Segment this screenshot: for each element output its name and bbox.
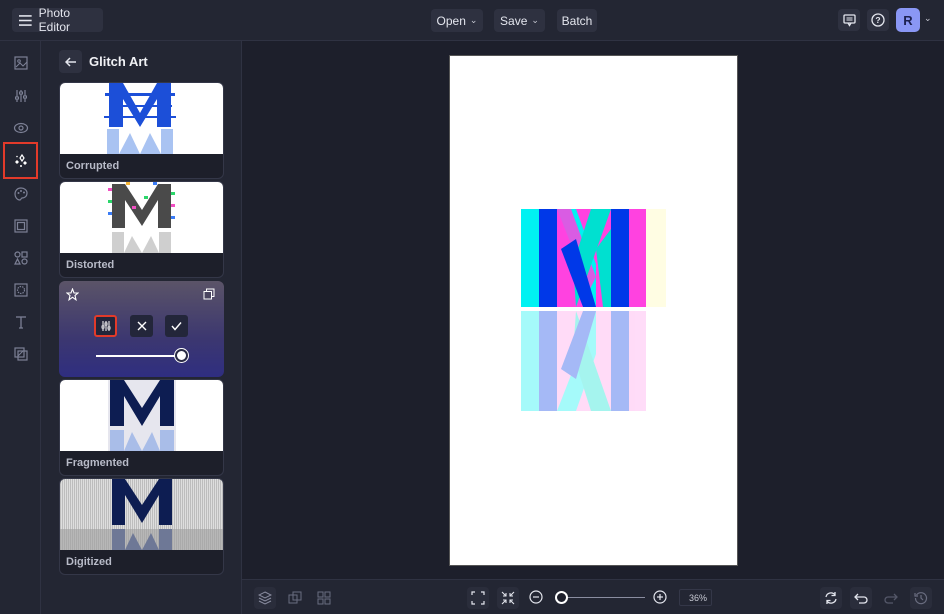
- document-canvas[interactable]: [450, 56, 737, 565]
- apply-effect-button[interactable]: [165, 315, 188, 337]
- replace-image-icon: [288, 591, 302, 604]
- back-button[interactable]: [59, 50, 82, 73]
- check-icon: [171, 322, 182, 331]
- help-button[interactable]: ?: [867, 9, 889, 31]
- effect-thumbnail: [60, 83, 223, 154]
- replace-image-button[interactable]: [284, 587, 306, 609]
- shapes-icon: [13, 251, 28, 265]
- zoom-slider-track[interactable]: [560, 597, 645, 598]
- refresh-icon: [825, 592, 837, 604]
- svg-text:?: ?: [875, 15, 880, 25]
- effect-settings-button[interactable]: [94, 315, 117, 337]
- glitch-artwork: [521, 209, 666, 411]
- rail-item-adjustments[interactable]: [4, 80, 37, 112]
- rail-item-effects[interactable]: [3, 142, 38, 179]
- effect-card-distorted[interactable]: Distorted: [59, 181, 224, 278]
- rail-item-overlays[interactable]: [4, 274, 37, 306]
- grid-icon: [317, 591, 331, 605]
- overlay-icon: [13, 283, 28, 297]
- batch-button[interactable]: Batch: [557, 9, 597, 32]
- save-label: Save: [500, 13, 528, 28]
- text-icon: [15, 316, 26, 329]
- arrow-left-icon: [64, 56, 76, 67]
- rail-item-text[interactable]: [4, 306, 37, 338]
- sparkles-icon: [14, 153, 27, 167]
- bottom-toolbar: 36%: [242, 579, 944, 614]
- canvas-area: [242, 41, 944, 579]
- rail-item-frames[interactable]: [4, 210, 37, 242]
- effect-label: Digitized: [66, 556, 112, 568]
- star-icon[interactable]: [66, 288, 79, 301]
- open-button[interactable]: Open ⌄: [431, 9, 483, 32]
- redo-icon: [884, 593, 898, 604]
- fit-screen-button[interactable]: [467, 587, 489, 609]
- effects-panel: Glitch Art Corrupted Distorted Fragmente…: [41, 41, 242, 614]
- layers-button[interactable]: [254, 587, 276, 609]
- cancel-effect-button[interactable]: [130, 315, 153, 337]
- layers-icon: [258, 591, 272, 605]
- undo-button[interactable]: [850, 587, 872, 609]
- zoom-out-button[interactable]: [529, 590, 543, 609]
- intensity-slider-track[interactable]: [96, 355, 181, 357]
- eye-icon: [13, 122, 28, 134]
- sliders-icon: [101, 321, 110, 331]
- duplicate-icon[interactable]: [203, 288, 215, 300]
- zoom-in-button[interactable]: [653, 590, 667, 609]
- hamburger-icon: [19, 14, 32, 26]
- zoom-out-icon: [529, 590, 543, 604]
- rail-item-artsy[interactable]: [4, 178, 37, 210]
- history-button[interactable]: [910, 587, 932, 609]
- rail-item-graphics[interactable]: [4, 242, 37, 274]
- rail-item-view[interactable]: [4, 112, 37, 144]
- reset-button[interactable]: [820, 587, 842, 609]
- sliders-icon: [14, 90, 27, 102]
- effect-card-fragmented[interactable]: Fragmented: [59, 379, 224, 476]
- tool-rail: [0, 41, 41, 614]
- texture-icon: [13, 347, 28, 361]
- close-icon: [137, 321, 146, 331]
- zoom-in-icon: [653, 590, 667, 604]
- effect-thumbnail: [60, 380, 223, 451]
- fullscreen-icon: [471, 591, 485, 605]
- palette-icon: [13, 187, 28, 201]
- actual-size-button[interactable]: [497, 587, 519, 609]
- grid-button[interactable]: [313, 587, 335, 609]
- intensity-slider-handle[interactable]: [175, 349, 188, 362]
- top-bar: Photo Editor Open ⌄ Save ⌄ Batch ? R ⌄: [0, 0, 944, 41]
- chat-icon: [842, 13, 856, 27]
- effect-label: Distorted: [66, 259, 115, 271]
- save-button[interactable]: Save ⌄: [494, 9, 545, 32]
- chevron-down-icon: ⌄: [469, 15, 478, 25]
- redo-button[interactable]: [880, 587, 902, 609]
- effect-card-corrupted[interactable]: Corrupted: [59, 82, 224, 179]
- undo-icon: [854, 593, 868, 604]
- frame-icon: [13, 219, 28, 233]
- image-icon: [13, 56, 28, 70]
- feedback-button[interactable]: [838, 9, 860, 31]
- effect-thumbnail: [60, 182, 223, 253]
- rail-item-image[interactable]: [4, 47, 37, 79]
- effect-label: Corrupted: [66, 160, 120, 172]
- zoom-slider-handle[interactable]: [555, 591, 568, 604]
- shrink-icon: [501, 591, 515, 605]
- active-effect-card: [59, 281, 224, 377]
- help-icon: ?: [871, 13, 885, 27]
- app-title: Photo Editor: [38, 6, 71, 34]
- effect-thumbnail: [60, 479, 223, 550]
- effect-card-digitized[interactable]: Digitized: [59, 478, 224, 575]
- app-menu-button[interactable]: Photo Editor: [12, 6, 103, 34]
- effect-label: Fragmented: [66, 457, 129, 469]
- chevron-down-icon: ⌄: [531, 15, 539, 25]
- panel-title: Glitch Art: [89, 54, 148, 69]
- open-label: Open: [436, 13, 466, 28]
- history-icon: [914, 592, 928, 605]
- user-avatar[interactable]: R: [896, 8, 920, 32]
- account-chevron-icon[interactable]: ⌄: [924, 13, 932, 24]
- batch-label: Batch: [561, 13, 593, 28]
- zoom-level-field[interactable]: 36%: [679, 589, 712, 606]
- rail-item-textures[interactable]: [4, 338, 37, 370]
